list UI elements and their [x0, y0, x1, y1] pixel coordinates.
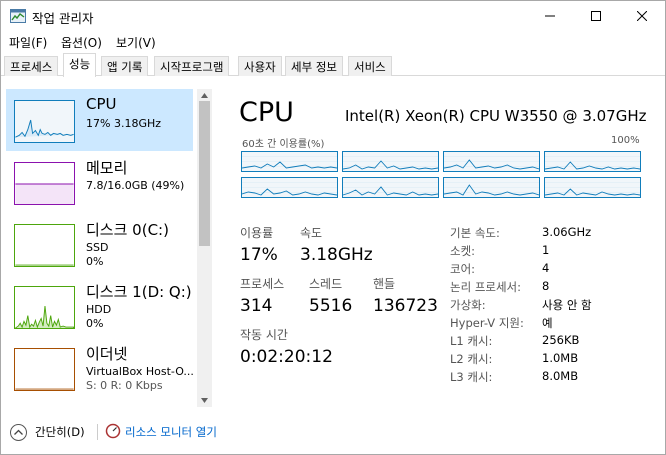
- footer-divider: [97, 424, 98, 440]
- resource-name: 메모리: [86, 159, 128, 177]
- resource-item-memory[interactable]: 메모리 7.8/16.0GB (49%): [6, 151, 193, 213]
- disk-0-thumbnail-graph: [14, 224, 75, 267]
- threads-value: 5516: [309, 296, 353, 316]
- resource-monitor-icon[interactable]: [105, 423, 121, 439]
- title-bar[interactable]: 작업 관리자: [1, 1, 665, 31]
- maximize-button[interactable]: [573, 1, 619, 31]
- resource-item-disk-0[interactable]: 디스크 0(C:) SSD 0%: [6, 213, 193, 275]
- info-label-l2-cache: L2 캐시:: [450, 352, 493, 366]
- threads-label: 스레드: [309, 277, 343, 291]
- fewer-details-button[interactable]: 간단히(D): [35, 424, 85, 440]
- maximize-icon: [591, 11, 601, 21]
- logical-processor-graph: [342, 177, 439, 198]
- info-value-sockets: 1: [542, 243, 550, 257]
- info-value-virtualization: 사용 안 함: [542, 298, 592, 312]
- utilization-label: 이용률: [240, 226, 274, 240]
- resource-item-cpu[interactable]: CPU 17% 3.18GHz: [6, 89, 193, 151]
- resource-usage: 0%: [86, 317, 104, 330]
- handles-value: 136723: [373, 296, 438, 316]
- logical-processor-graph: [443, 151, 540, 172]
- resource-name: 디스크 0(C:): [86, 221, 169, 239]
- info-value-logical-processors: 8: [542, 279, 550, 293]
- resource-detail: HDD: [86, 303, 112, 316]
- close-icon: [637, 11, 647, 21]
- scroll-up-icon[interactable]: [200, 92, 209, 100]
- info-value-l2-cache: 1.0MB: [542, 351, 579, 365]
- minimize-icon: [545, 15, 555, 17]
- logical-processor-graph: [241, 151, 338, 172]
- resource-usage: 0%: [86, 255, 104, 268]
- info-label-sockets: 소켓:: [450, 244, 476, 258]
- info-value-hyperv: 예: [542, 316, 553, 330]
- info-label-base-speed: 기본 속도:: [450, 226, 500, 240]
- handles-label: 핸들: [373, 277, 396, 291]
- info-value-l1-cache: 256KB: [542, 333, 580, 347]
- menu-bar: 파일(F) 옵션(O) 보기(V): [1, 31, 665, 53]
- tab-performance[interactable]: 성능: [63, 53, 97, 77]
- resource-list-scrollbar[interactable]: [197, 89, 212, 407]
- info-label-virtualization: 가상화:: [450, 298, 486, 312]
- chevron-up-icon[interactable]: [10, 424, 27, 441]
- logical-processor-graph: [443, 177, 540, 198]
- speed-label: 속도: [300, 226, 323, 240]
- processes-value: 314: [240, 296, 273, 316]
- menu-view[interactable]: 보기(V): [116, 34, 156, 51]
- task-manager-icon: [10, 9, 26, 23]
- info-label-cores: 코어:: [450, 262, 476, 276]
- info-label-l1-cache: L1 캐시:: [450, 334, 493, 348]
- resource-list: CPU 17% 3.18GHz 메모리 7.8/16.0GB (49%) 디스크…: [1, 85, 214, 409]
- info-value-base-speed: 3.06GHz: [542, 225, 592, 239]
- processes-label: 프로세스: [240, 277, 285, 291]
- ethernet-thumbnail-graph: [14, 348, 75, 391]
- resource-detail: VirtualBox Host-O...: [86, 365, 194, 378]
- tab-app-history[interactable]: 앱 기록: [101, 56, 149, 76]
- resource-name: 디스크 1(D: Q:): [86, 283, 192, 301]
- footer: 간단히(D) 리소스 모니터 열기: [1, 419, 665, 455]
- detail-title: CPU: [239, 97, 294, 128]
- minimize-button[interactable]: [527, 1, 573, 31]
- resource-usage: S: 0 R: 0 Kbps: [86, 379, 163, 392]
- close-button[interactable]: [619, 1, 665, 31]
- task-manager-window: 작업 관리자 파일(F) 옵션(O) 보기(V) 프로세스 성능 앱 기록 시작…: [0, 0, 666, 455]
- open-resource-monitor-link[interactable]: 리소스 모니터 열기: [125, 424, 217, 440]
- info-value-cores: 4: [542, 261, 550, 275]
- info-label-logical-processors: 논리 프로세서:: [450, 280, 522, 294]
- logical-processor-graph: [241, 177, 338, 198]
- scroll-down-icon[interactable]: [200, 396, 209, 404]
- tab-processes[interactable]: 프로세스: [4, 56, 59, 76]
- logical-processor-graph: [544, 177, 641, 198]
- window-title: 작업 관리자: [32, 11, 94, 26]
- cpu-thumbnail-graph: [14, 100, 75, 143]
- memory-thumbnail-graph: [14, 162, 75, 205]
- info-value-l3-cache: 8.0MB: [542, 369, 579, 383]
- resource-item-ethernet[interactable]: 이더넷 VirtualBox Host-O... S: 0 R: 0 Kbps: [6, 337, 194, 399]
- disk-1-thumbnail-graph: [14, 286, 75, 329]
- scroll-thumb[interactable]: [199, 101, 210, 246]
- graph-max-label: 100%: [611, 135, 640, 146]
- resource-detail: SSD: [86, 241, 109, 254]
- info-label-l3-cache: L3 캐시:: [450, 370, 493, 384]
- tab-startup[interactable]: 시작프로그램: [154, 56, 230, 76]
- tab-details[interactable]: 세부 정보: [285, 56, 343, 76]
- menu-options[interactable]: 옵션(O): [61, 34, 102, 51]
- cpu-model: Intel(R) Xeon(R) CPU W3550 @ 3.07GHz: [345, 107, 647, 125]
- resource-detail: 17% 3.18GHz: [86, 117, 162, 130]
- uptime-value: 0:02:20:12: [240, 347, 333, 367]
- logical-processor-graph: [544, 151, 641, 172]
- graph-caption: 60초 간 이용률(%): [242, 139, 325, 150]
- uptime-label: 작동 시간: [240, 328, 288, 342]
- resource-item-disk-1[interactable]: 디스크 1(D: Q:) HDD 0%: [6, 275, 193, 337]
- utilization-value: 17%: [240, 245, 278, 265]
- resource-name: CPU: [86, 95, 117, 113]
- info-label-hyperv: Hyper-V 지원:: [450, 316, 524, 330]
- logical-processor-graph: [342, 151, 439, 172]
- tab-services[interactable]: 서비스: [348, 56, 392, 76]
- resource-name: 이더넷: [86, 345, 128, 363]
- tab-bar: 프로세스 성능 앱 기록 시작프로그램 사용자 세부 정보 서비스: [1, 53, 665, 77]
- menu-file[interactable]: 파일(F): [9, 34, 47, 51]
- resource-detail: 7.8/16.0GB (49%): [86, 179, 185, 192]
- speed-value: 3.18GHz: [300, 245, 373, 265]
- tab-users[interactable]: 사용자: [238, 56, 282, 76]
